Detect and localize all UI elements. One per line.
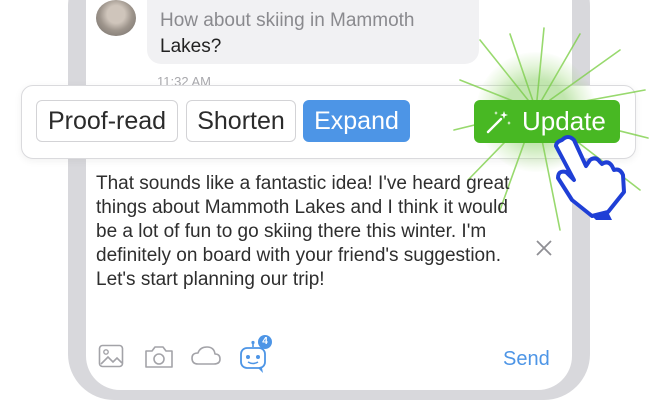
shorten-button[interactable]: Shorten: [186, 100, 296, 142]
pointing-hand-icon: [554, 135, 626, 220]
close-icon[interactable]: [534, 238, 554, 258]
magic-wand-icon: [486, 111, 511, 134]
camera-icon[interactable]: [144, 344, 174, 370]
send-button[interactable]: Send: [503, 348, 550, 371]
message-text-line2: Lakes?: [160, 36, 222, 57]
reply-text[interactable]: That sounds like a fantastic idea! I've …: [96, 172, 526, 292]
avatar[interactable]: [96, 0, 136, 36]
proofread-button[interactable]: Proof-read: [36, 100, 178, 142]
message-text: How about skiing in Mammoth Lakes?: [160, 8, 480, 60]
cloud-icon[interactable]: [190, 344, 222, 368]
expand-button[interactable]: Expand: [303, 100, 410, 142]
message-text-line1: How about skiing in Mammoth: [160, 10, 415, 31]
image-icon[interactable]: [98, 344, 124, 368]
bot-badge: 4: [258, 335, 272, 349]
